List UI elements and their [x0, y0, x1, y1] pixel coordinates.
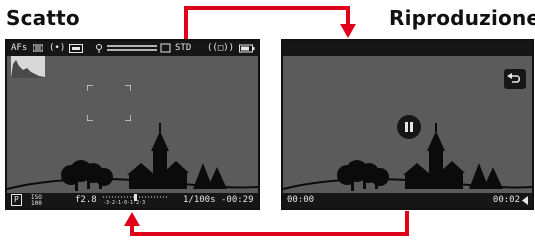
- flow-arrowhead-bottom: [124, 212, 140, 226]
- pause-icon[interactable]: [397, 115, 421, 139]
- shooting-heading: Scatto: [6, 6, 80, 30]
- speaker-icon: [521, 193, 529, 208]
- preview-image: [7, 123, 258, 191]
- remaining-time: -00:29: [221, 195, 254, 205]
- total-time: 00:02: [492, 195, 520, 205]
- return-arrow-icon[interactable]: [504, 69, 526, 89]
- shooting-bottom-bar: P ISO 100 f2.8 -3·2·1·0·1·2·3 1/100s -00…: [7, 193, 258, 208]
- exposure-mode-badge: P: [11, 193, 22, 208]
- stabilization: ((□)): [207, 43, 235, 53]
- flow-arrow-bottom: [130, 211, 409, 236]
- elapsed-time: 00:00: [287, 195, 315, 205]
- playback-bottom-bar: 00:00 00:02: [283, 193, 532, 208]
- iso-value: 100: [31, 200, 42, 207]
- flow-arrow-top: [184, 6, 350, 40]
- shooting-top-bar: AFs (•) STD ((□)): [7, 41, 258, 56]
- focus-mode: AFs: [11, 43, 28, 53]
- file-format-icon: [69, 41, 83, 62]
- metering-mode: (•): [49, 43, 66, 53]
- aperture-value: f2.8: [75, 195, 97, 205]
- exposure-scale-numbers: -3·2·1·0·1·2·3: [103, 200, 146, 206]
- playback-top-bar: [283, 41, 532, 56]
- flow-arrowhead-top: [340, 24, 356, 38]
- shooting-screen: AFs (•) STD ((□)) P ISO 100 f2.8 -3·2·1·…: [5, 39, 260, 210]
- shutter-speed: 1/100s: [183, 195, 216, 205]
- dynamic-range: STD: [175, 43, 192, 53]
- microphone-level-icon: [95, 41, 175, 62]
- histogram: [11, 56, 45, 78]
- battery-icon: [239, 41, 255, 62]
- playback-screen: 00:00 00:02: [281, 39, 534, 210]
- playback-heading: Riproduzione: [389, 6, 535, 30]
